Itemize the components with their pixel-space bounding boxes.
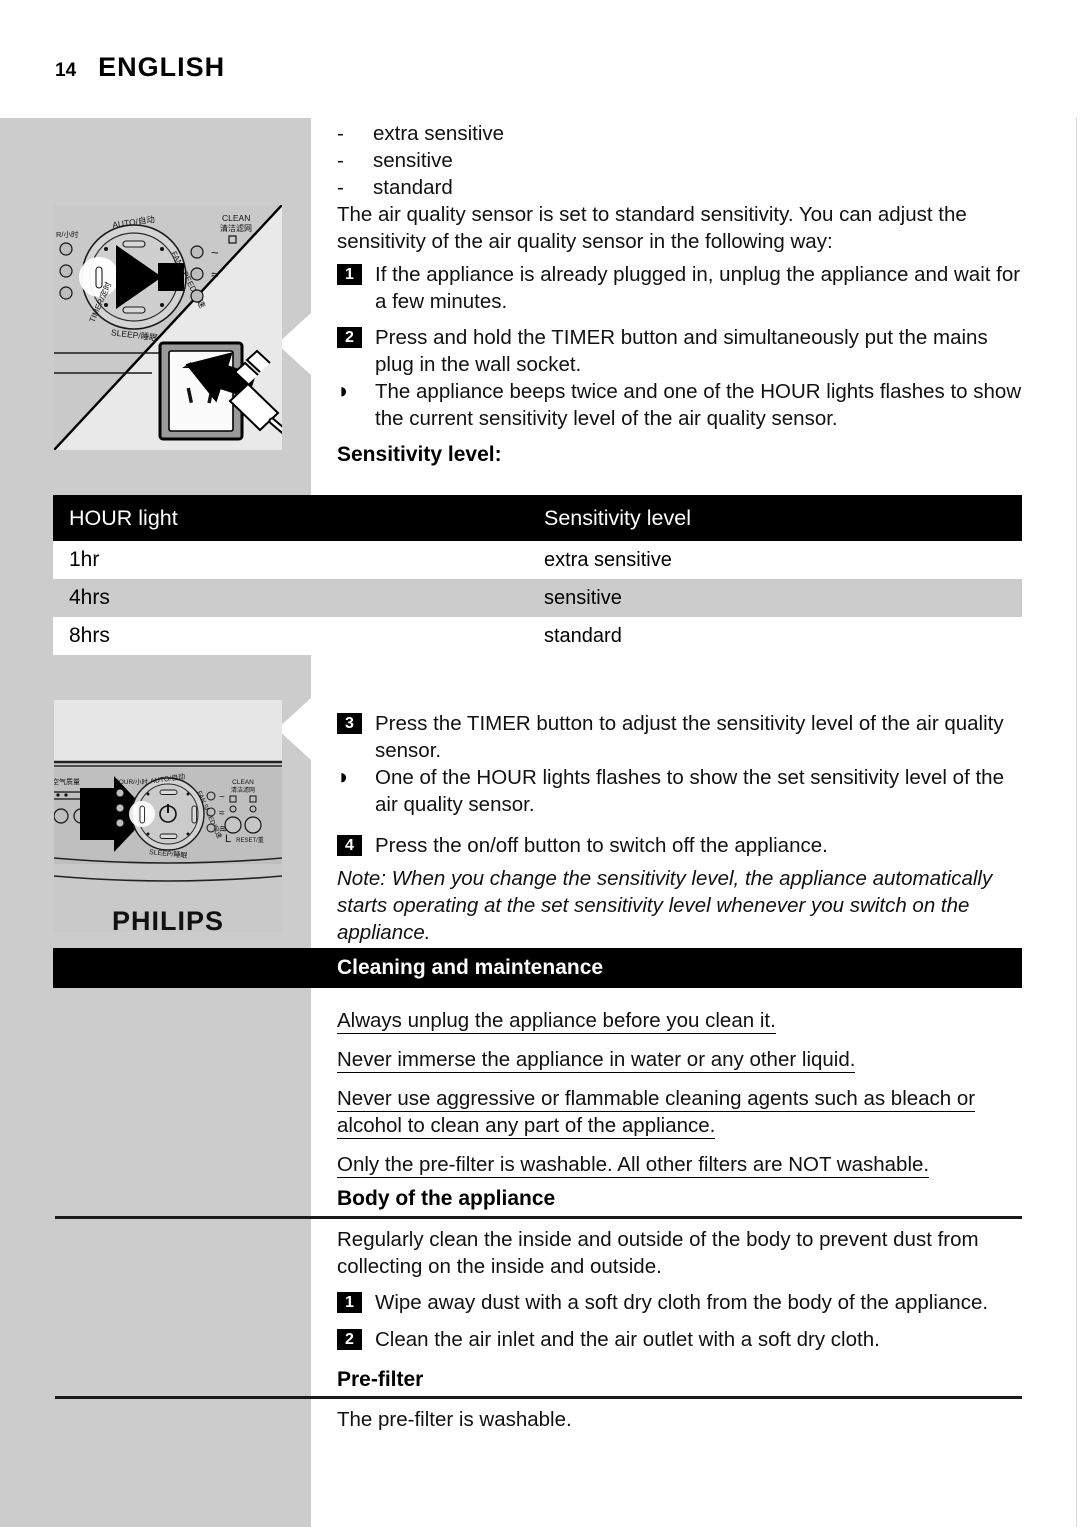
note-paragraph: Note: When you change the sensitivity le… xyxy=(337,865,1027,946)
step-bullet-beeps: ◗ The appliance beeps twice and one of t… xyxy=(337,378,1027,432)
warning-item: Always unplug the appliance before you c… xyxy=(337,1007,1027,1034)
step-text: Press and hold the TIMER button and simu… xyxy=(375,326,988,376)
table-row: 1hr extra sensitive xyxy=(53,541,1022,579)
warnings-block: Always unplug the appliance before you c… xyxy=(337,1007,1027,1178)
svg-text:~: ~ xyxy=(211,245,219,260)
list-item: - extra sensitive xyxy=(337,120,1027,147)
label-clean-cn: 清洁滤网 xyxy=(231,786,255,794)
label-air-quality: /空气质量 xyxy=(54,777,80,786)
page-edge-rule xyxy=(1076,118,1077,1527)
column-header-hour-light: HOUR light xyxy=(69,505,178,530)
step-text: One of the HOUR lights flashes to show t… xyxy=(375,766,1004,816)
dash-marker: - xyxy=(337,176,344,199)
body-section-paragraph: Regularly clean the inside and outside o… xyxy=(337,1226,1027,1280)
step-marker: 4 xyxy=(337,832,375,856)
warning-item: Only the pre-filter is washable. All oth… xyxy=(337,1151,1027,1178)
bullet-marker-icon: ◗ xyxy=(337,378,351,403)
step-text: Wipe away dust with a soft dry cloth fro… xyxy=(375,1291,989,1314)
cell-hour-light: 4hrs xyxy=(69,586,110,609)
label-hour: HOUR/小时 xyxy=(114,777,148,786)
step-text: Clean the air inlet and the air outlet w… xyxy=(375,1328,880,1351)
step-marker: 1 xyxy=(337,261,375,285)
section-title: Cleaning and maintenance xyxy=(337,956,604,979)
step-bullet-hour-lights: ◗ One of the HOUR lights flashes to show… xyxy=(337,764,1027,818)
list-item: - standard xyxy=(337,174,1027,201)
prefilter-paragraph-text: The pre-filter is washable. xyxy=(337,1408,572,1431)
warning-text: Always unplug the appliance before you c… xyxy=(337,1009,776,1034)
note-text: Note: When you change the sensitivity le… xyxy=(337,867,993,944)
illustration-full-control-panel: /空气质量 HOUR/小时 TIMER/定时 xyxy=(54,700,282,932)
step-2: 2 Clean the air inlet and the air outlet… xyxy=(337,1326,1027,1353)
step-marker: 2 xyxy=(337,1326,375,1350)
step-1: 1 Wipe away dust with a soft dry cloth f… xyxy=(337,1289,1027,1316)
sensitivity-option-list: - extra sensitive - sensitive - standard… xyxy=(337,120,1027,255)
table-row: 4hrs sensitive xyxy=(53,579,1022,617)
step-marker: 2 xyxy=(337,324,375,348)
table-header-row: HOUR light Sensitivity level xyxy=(53,495,1022,541)
step-3: 3 Press the TIMER button to adjust the s… xyxy=(337,710,1027,764)
heading-rule-body xyxy=(55,1216,1022,1219)
section-header-cleaning-maintenance: Cleaning and maintenance xyxy=(53,948,1022,988)
cell-hour-light: 8hrs xyxy=(69,624,110,647)
step-text: If the appliance is already plugged in, … xyxy=(375,263,1021,313)
intro-paragraph: The air quality sensor is set to standar… xyxy=(337,203,967,253)
warning-text: Only the pre-filter is washable. All oth… xyxy=(337,1153,930,1178)
warning-text: Never use aggressive or flammable cleani… xyxy=(337,1087,976,1139)
brand-wordmark: PHILIPS xyxy=(112,906,224,932)
step-4: 4 Press the on/off button to switch off … xyxy=(337,832,1027,859)
cell-sensitivity-level: sensitive xyxy=(544,586,622,609)
table-row: 8hrs standard xyxy=(53,617,1022,655)
steps-top: 1 If the appliance is already plugged in… xyxy=(337,261,1027,432)
column-header-sensitivity-level: Sensitivity level xyxy=(544,505,691,530)
svg-text:L: L xyxy=(225,833,231,845)
illustration-control-panel-socket: AUTO/自动 FAN SPEED/风速 TIMER/定时 SLEEP/睡眠 R… xyxy=(54,205,282,450)
illustration-bottom-svg: /空气质量 HOUR/小时 TIMER/定时 xyxy=(54,700,282,932)
step-text: Press the on/off button to switch off th… xyxy=(375,834,828,857)
list-item: - sensitive xyxy=(337,147,1027,174)
warning-item: Never immerse the appliance in water or … xyxy=(337,1046,1027,1073)
page-number: 14 xyxy=(55,60,77,81)
warning-text: Never immerse the appliance in water or … xyxy=(337,1048,856,1073)
illustration-top-svg: AUTO/自动 FAN SPEED/风速 TIMER/定时 SLEEP/睡眠 R… xyxy=(54,205,282,450)
cell-sensitivity-level: standard xyxy=(544,624,622,647)
callout-notch-top xyxy=(277,313,311,375)
svg-text:≈: ≈ xyxy=(211,267,218,282)
body-paragraph-text: Regularly clean the inside and outside o… xyxy=(337,1228,979,1278)
sensitivity-level-heading: Sensitivity level: xyxy=(337,443,502,466)
steps-mid: 3 Press the TIMER button to adjust the s… xyxy=(337,710,1027,859)
svg-text:≈: ≈ xyxy=(219,808,225,819)
step-text: The appliance beeps twice and one of the… xyxy=(375,380,1022,430)
body-section-heading: Body of the appliance xyxy=(337,1187,556,1210)
dash-marker: - xyxy=(337,122,344,145)
dash-marker: - xyxy=(337,149,344,172)
step-marker: 3 xyxy=(337,710,375,734)
label-hour: R/小时 xyxy=(56,229,79,239)
label-clean: CLEAN xyxy=(232,779,254,786)
sensitivity-table: HOUR light Sensitivity level 1hr extra s… xyxy=(53,495,1022,655)
bullet-marker-icon: ◗ xyxy=(337,764,351,789)
page-header: 14 ENGLISH xyxy=(55,52,225,83)
step-text: Press the TIMER button to adjust the sen… xyxy=(375,712,1004,762)
label-clean: CLEAN xyxy=(222,213,250,223)
document-page: 14 ENGLISH AUTO/自动 FAN SPEED/风速 TIMER/定时… xyxy=(0,0,1080,1527)
prefilter-section-heading: Pre-filter xyxy=(337,1368,424,1391)
step-marker: 1 xyxy=(337,1289,375,1313)
list-item-label: extra sensitive xyxy=(373,122,505,145)
cell-sensitivity-level: extra sensitive xyxy=(544,548,672,571)
list-item-label: standard xyxy=(373,176,453,199)
prefilter-section-paragraph: The pre-filter is washable. xyxy=(337,1406,1027,1433)
svg-text:~: ~ xyxy=(219,792,225,803)
cell-hour-light: 1hr xyxy=(69,548,100,571)
page-title: ENGLISH xyxy=(98,52,226,82)
step-2: 2 Press and hold the TIMER button and si… xyxy=(337,324,1027,378)
body-section-steps: 1 Wipe away dust with a soft dry cloth f… xyxy=(337,1289,1027,1353)
warning-item: Never use aggressive or flammable cleani… xyxy=(337,1085,1027,1139)
label-clean-cn: 清洁滤网 xyxy=(220,223,252,233)
label-reset: RESET/重 xyxy=(236,836,264,844)
step-1: 1 If the appliance is already plugged in… xyxy=(337,261,1027,315)
heading-rule-prefilter xyxy=(55,1396,1022,1399)
list-item-label: sensitive xyxy=(373,149,453,172)
callout-notch-bottom xyxy=(277,698,311,760)
